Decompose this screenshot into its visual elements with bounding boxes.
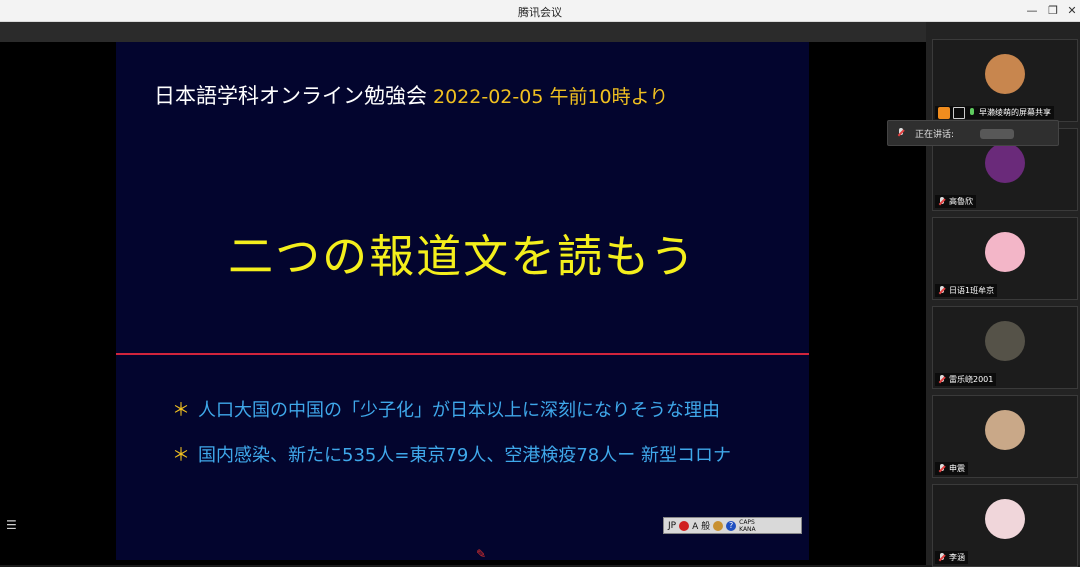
slide-date: 2022-02-05 午前10時より [433,86,669,108]
avatar [985,410,1025,450]
ime-status-icon[interactable] [679,520,690,531]
participant-namebar: 高魯欣 [935,195,976,208]
restore-button[interactable]: ❐ [1043,2,1063,20]
speaking-label: 正在讲话: [915,129,955,140]
mic-muted-icon [938,374,946,385]
participant-tile[interactable]: 雷乐峣2001 [932,306,1078,389]
avatar [985,143,1025,183]
participant-name: 申震 [949,464,965,473]
avatar [985,232,1025,272]
slide-bullet: ＊ 人口大国の中国の「少子化」が日本以上に深刻になりそうな理由 [172,396,720,422]
mic-muted-icon [938,196,946,207]
bullet-text: 国内感染、新たに535人=東京79人、空港検疫78人ー 新型コロナ [198,445,731,466]
slide-header: 日本語学科オンライン勉強会 2022-02-05 午前10時より [154,80,668,110]
list-icon[interactable]: ☰ [6,518,17,532]
avatar [985,321,1025,361]
participant-namebar: 早濑绫萌的屏幕共享 [935,106,1054,119]
speaking-indicator: 正在讲话: [887,120,1059,146]
slide-header-text: 日本語学科オンライン勉強会 [154,84,427,108]
participant-name: 日语1班牟京 [949,286,995,295]
participant-name: 高魯欣 [949,197,973,206]
participant-tile[interactable]: 申震 [932,395,1078,478]
participant-namebar: 日语1班牟京 [935,284,998,297]
window-title: 腾讯会议 [518,6,562,19]
presentation-slide: 日本語学科オンライン勉強会 2022-02-05 午前10時より 二つの報道文を読… [116,42,809,560]
meeting-toolbar [0,22,926,42]
participant-sidebar: 早濑绫萌的屏幕共享 高魯欣 日语1班牟京 雷乐峣2001 申震 李涵 [926,22,1080,567]
participant-tile[interactable]: 早濑绫萌的屏幕共享 [932,39,1078,122]
participant-name: 李涵 [949,553,965,562]
ime-tool-icon[interactable] [713,520,724,531]
participant-namebar: 申震 [935,462,968,475]
participant-tile[interactable]: 日语1班牟京 [932,217,1078,300]
bullet-star-icon: ＊ [172,445,190,466]
mic-muted-icon [897,128,905,138]
participant-name: 早濑绫萌的屏幕共享 [979,108,1051,117]
ime-lang[interactable]: JP [668,521,676,531]
slide-bullet: ＊ 国内感染、新たに535人=東京79人、空港検疫78人ー 新型コロナ [172,441,731,467]
bullet-star-icon: ＊ [172,400,190,421]
slide-divider [116,353,809,355]
host-icon [938,106,950,119]
mic-muted-icon [938,463,946,474]
participant-namebar: 雷乐峣2001 [935,373,997,386]
window-titlebar: 腾讯会议 — ❐ ✕ [0,0,1080,22]
ime-help-icon[interactable]: ? [726,520,737,531]
mic-muted-icon [938,285,946,296]
mic-icon [968,107,976,118]
ime-caps: CAPS KANA [739,518,756,533]
close-button[interactable]: ✕ [1062,2,1080,20]
ime-language-bar[interactable]: JP A 般 ? CAPS KANA [663,517,802,534]
participant-tile[interactable]: 李涵 [932,484,1078,567]
shared-screen: 日本語学科オンライン勉強会 2022-02-05 午前10時より 二つの報道文を読… [0,42,926,565]
avatar [985,499,1025,539]
bullet-text: 人口大国の中国の「少子化」が日本以上に深刻になりそうな理由 [198,400,720,421]
avatar [985,54,1025,94]
speaker-name-blurred [980,129,1014,139]
slide-title: 二つの報道文を読もう [228,230,697,283]
mic-muted-icon [938,552,946,563]
participant-namebar: 李涵 [935,551,968,564]
screen-share-icon [953,106,965,119]
minimize-button[interactable]: — [1022,2,1042,20]
pen-icon[interactable]: ✎ [476,547,488,561]
participant-name: 雷乐峣2001 [949,375,994,384]
ime-mode[interactable]: A 般 [692,519,710,532]
